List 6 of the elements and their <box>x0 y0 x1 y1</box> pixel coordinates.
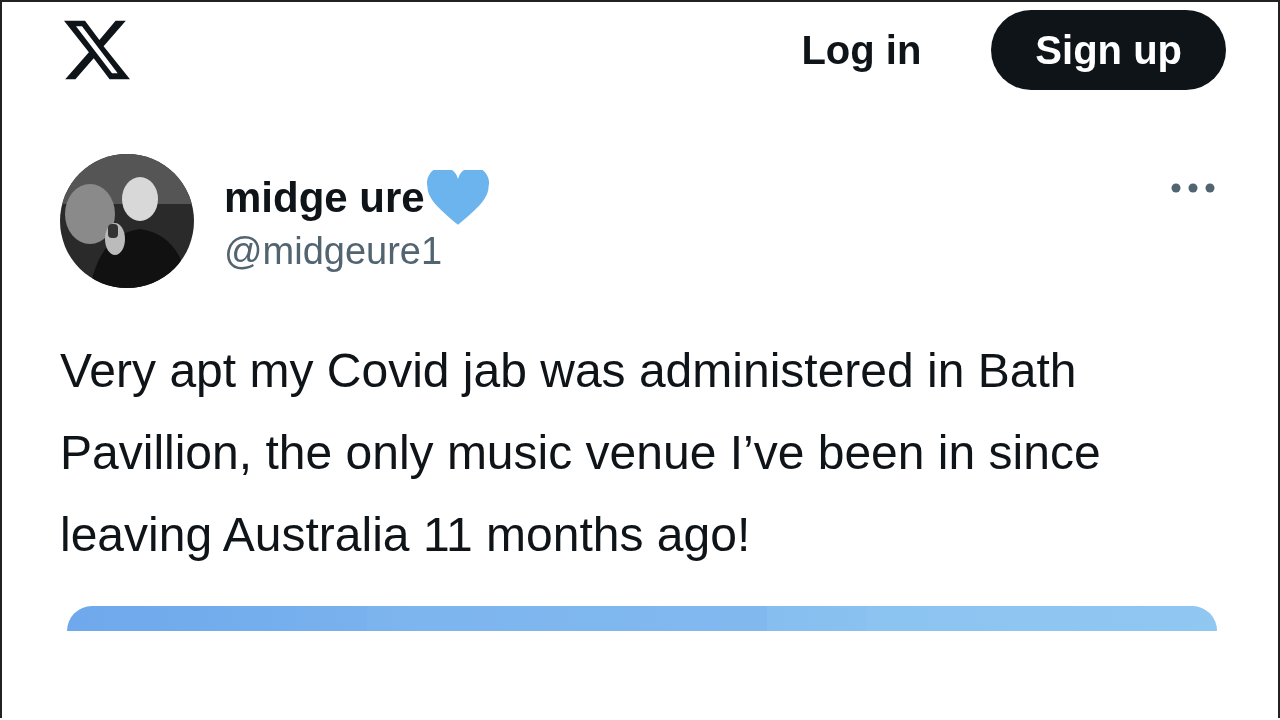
author-handle[interactable]: @midgeure1 <box>224 229 1170 273</box>
login-link[interactable]: Log in <box>801 27 922 73</box>
author-name[interactable]: midge ure <box>224 173 425 222</box>
signup-button[interactable]: Sign up <box>991 10 1226 90</box>
post-text: Very apt my Covid jab was administered in Bath Pavillion, the only music venue I’ve been in since leaving Australia 11 months ago! <box>60 343 1102 563</box>
more-icon[interactable] <box>1170 182 1216 194</box>
